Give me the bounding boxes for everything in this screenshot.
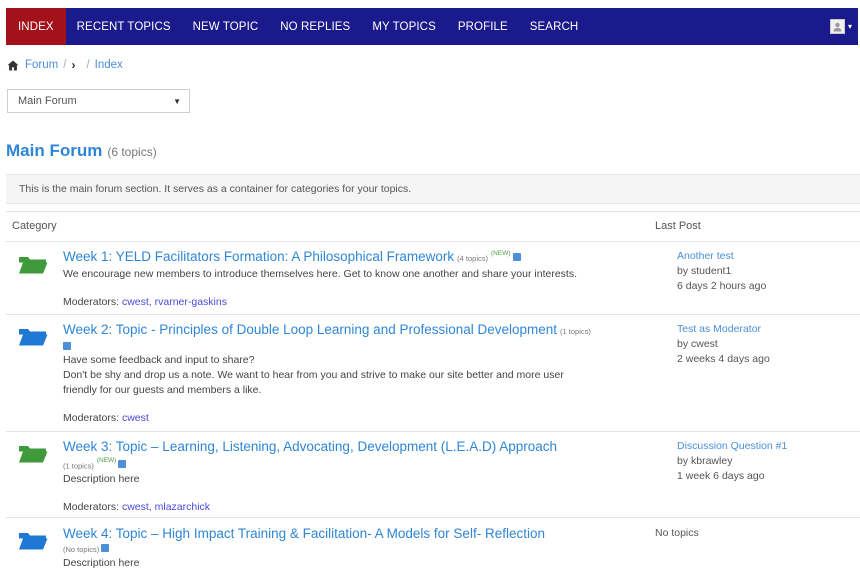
category-topic-count: (1 topics)	[560, 327, 591, 336]
last-post: Test as Moderator by cwest 2 weeks 4 day…	[677, 322, 770, 367]
category-topic-count: (No topics)	[63, 545, 100, 554]
last-post-time: 6 days 2 hours ago	[677, 280, 767, 292]
moderators-label: Moderators:	[63, 296, 120, 308]
divider	[6, 211, 860, 212]
divider	[6, 517, 860, 518]
new-badge: (NEW)	[96, 457, 117, 464]
category-topic-count: (4 topics)	[457, 254, 489, 263]
caret-down-icon[interactable]: ▾	[848, 22, 852, 31]
category-description: friendly for our guests and members a li…	[63, 384, 262, 396]
breadcrumb-forum-link[interactable]: Forum	[25, 59, 58, 71]
chevron-right-icon: ›	[71, 58, 76, 72]
nav-new-topic[interactable]: NEW TOPIC	[182, 8, 270, 45]
last-post-time: 1 week 6 days ago	[677, 470, 765, 482]
no-topics-label: No topics	[655, 527, 699, 539]
category-main: Week 1: YELD Facilitators Formation: A P…	[63, 248, 648, 308]
forum-description: This is the main forum section. It serve…	[6, 174, 860, 204]
nav-recent-topics[interactable]: RECENT TOPICS	[66, 8, 182, 45]
last-post-author: by cwest	[677, 338, 718, 350]
forum-title[interactable]: Main Forum	[6, 141, 102, 161]
category-main: Week 4: Topic – High Impact Training & F…	[63, 525, 648, 570]
moderators-label: Moderators:	[63, 501, 120, 514]
rss-icon[interactable]	[101, 543, 110, 552]
nav-no-replies[interactable]: NO REPLIES	[269, 8, 361, 45]
last-post-author: by kbrawley	[677, 455, 733, 467]
folder-icon	[19, 446, 48, 463]
divider	[6, 431, 860, 432]
nav-my-topics[interactable]: MY TOPICS	[361, 8, 447, 45]
breadcrumb-separator: /	[63, 59, 67, 71]
category-description: We encourage new members to introduce th…	[63, 268, 578, 280]
nav-index[interactable]: INDEX	[6, 8, 66, 45]
forum-topic-count: (6 topics)	[107, 145, 157, 159]
nav-search[interactable]: SEARCH	[519, 8, 590, 45]
breadcrumb: Forum / › / Index	[7, 58, 123, 72]
category-description: Have some feedback and input to share?	[63, 354, 255, 366]
divider	[6, 241, 860, 242]
forum-jump-select[interactable]: Main Forum ▼	[7, 89, 190, 113]
category-moderators: Moderators: cwest	[63, 412, 648, 424]
category-title-link[interactable]: Week 3: Topic – Learning, Listening, Adv…	[63, 439, 557, 454]
last-post-title-link[interactable]: Discussion Question #1	[677, 439, 787, 454]
breadcrumb-index-link[interactable]: Index	[95, 59, 123, 71]
last-post-title-link[interactable]: Another test	[677, 249, 766, 264]
category-main: Week 3: Topic – Learning, Listening, Adv…	[63, 438, 648, 513]
last-post-author: by student1	[677, 265, 732, 277]
last-post-title-link[interactable]: Test as Moderator	[677, 322, 770, 337]
caret-down-icon: ▼	[173, 96, 181, 106]
category-title-link[interactable]: Week 1: YELD Facilitators Formation: A P…	[63, 249, 454, 264]
rss-icon[interactable]	[512, 252, 521, 261]
rss-icon[interactable]	[118, 460, 127, 469]
category-moderators: Moderators: cwest, mlazarchick	[63, 501, 648, 513]
moderators-label: Moderators:	[63, 412, 120, 424]
moderator-links[interactable]: cwest, rvarner-gaskins	[122, 296, 227, 308]
last-post: Discussion Question #1 by kbrawley 1 wee…	[677, 439, 787, 484]
folder-icon	[19, 257, 48, 274]
last-post: Another test by student1 6 days 2 hours …	[677, 249, 766, 294]
new-badge: (NEW)	[491, 249, 511, 257]
breadcrumb-separator-2: /	[86, 59, 90, 71]
avatar-icon[interactable]	[829, 19, 845, 34]
forum-heading: Main Forum (6 topics)	[6, 141, 157, 161]
moderator-links[interactable]: cwest	[122, 412, 149, 424]
nav-profile[interactable]: PROFILE	[447, 8, 519, 45]
forum-select-value: Main Forum	[18, 95, 77, 107]
rss-icon[interactable]	[63, 341, 71, 350]
last-post-column-header: Last Post	[655, 220, 701, 232]
top-navbar: INDEX RECENT TOPICS NEW TOPIC NO REPLIES…	[6, 8, 858, 45]
folder-icon	[19, 533, 48, 550]
user-menu[interactable]: ▾	[829, 8, 858, 45]
category-title-link[interactable]: Week 4: Topic – High Impact Training & F…	[63, 526, 545, 541]
divider	[6, 314, 860, 315]
category-column-header: Category	[12, 220, 57, 232]
category-moderators: Moderators: cwest, rvarner-gaskins	[63, 296, 648, 308]
moderator-links[interactable]: cwest, mlazarchick	[122, 501, 210, 513]
folder-icon	[19, 329, 48, 346]
home-icon[interactable]	[7, 60, 19, 71]
category-description: Description here	[63, 557, 140, 569]
category-main: Week 2: Topic - Principles of Double Loo…	[63, 321, 648, 424]
category-description: Description here	[63, 473, 140, 486]
category-topic-count: (1 topics)	[63, 461, 94, 471]
category-description: Don't be shy and drop us a note. We want…	[63, 369, 564, 381]
last-post-time: 2 weeks 4 days ago	[677, 353, 770, 365]
category-title-link[interactable]: Week 2: Topic - Principles of Double Loo…	[63, 322, 557, 337]
